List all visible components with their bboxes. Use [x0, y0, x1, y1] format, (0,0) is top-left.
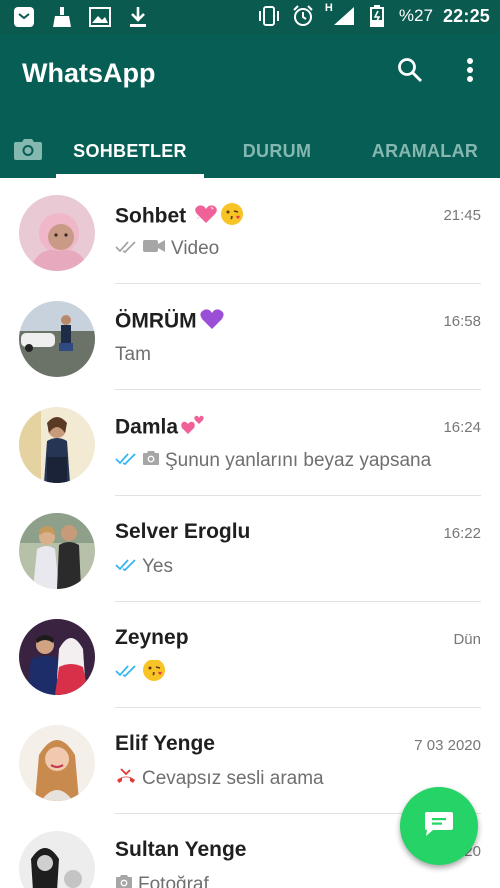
- tab-calls[interactable]: ARAMALAR: [350, 124, 500, 178]
- more-vert-icon: [466, 57, 474, 88]
- avatar[interactable]: [19, 619, 95, 695]
- chat-preview: Cevapsız sesli arama: [115, 766, 480, 792]
- notification-app-icon: [12, 5, 36, 29]
- download-icon: [126, 5, 150, 29]
- delivered-ticks-icon: [115, 238, 137, 260]
- chat-time: 16:24: [443, 419, 481, 436]
- chat-row[interactable]: Selver Eroglu 16:22 Yes: [0, 496, 500, 602]
- tab-camera[interactable]: [0, 124, 56, 178]
- chat-name: Sultan Yenge: [115, 838, 247, 861]
- status-time: 22:25: [442, 5, 490, 26]
- avatar[interactable]: [19, 831, 95, 888]
- chat-row[interactable]: Damla 16:24 Şunun yanlarını beyaz yapsan…: [0, 390, 500, 496]
- avatar[interactable]: [19, 195, 95, 271]
- search-button[interactable]: [390, 52, 430, 92]
- missed-call-icon: [115, 767, 137, 791]
- chat-time: Dün: [453, 631, 481, 648]
- read-ticks-icon: [115, 450, 137, 472]
- chat-preview: Video: [115, 236, 480, 262]
- chat-list: Sohbet 21:45 Video ÖMRÜM 16:58 Tam Damla…: [0, 178, 500, 888]
- avatar[interactable]: [19, 725, 95, 801]
- new-chat-button[interactable]: [400, 787, 478, 865]
- sparkling-heart-icon: [194, 203, 218, 231]
- chat-name: Selver Eroglu: [115, 520, 251, 543]
- battery-icon: [365, 4, 389, 28]
- purple-heart-icon: [199, 308, 225, 336]
- chat-preview: Şunun yanlarını beyaz yapsana: [115, 448, 480, 474]
- chat-name: ÖMRÜM: [115, 308, 225, 336]
- alarm-icon: [291, 4, 315, 28]
- kiss-face-icon: [220, 202, 244, 232]
- camera-icon: [115, 874, 133, 888]
- two-hearts-icon: [180, 414, 206, 442]
- avatar[interactable]: [19, 513, 95, 589]
- signal-icon: H: [325, 2, 355, 28]
- chat-row[interactable]: Zeynep Dün: [0, 602, 500, 708]
- chat-time: 21:45: [443, 207, 481, 224]
- search-icon: [397, 57, 423, 88]
- status-bar: H %27 22:25: [0, 0, 500, 34]
- battery-percent: %27: [398, 6, 433, 25]
- avatar[interactable]: [19, 407, 95, 483]
- chat-time: 16:22: [443, 525, 481, 542]
- chat-time: 7 03 2020: [414, 737, 481, 754]
- read-ticks-icon: [115, 662, 137, 684]
- chat-preview: Fotoğraf: [115, 872, 480, 888]
- chat-name: Damla: [115, 414, 206, 442]
- app-title: WhatsApp: [22, 58, 156, 88]
- new-chat-icon: [423, 810, 455, 843]
- vibrate-icon: [257, 4, 281, 28]
- camera-icon: [13, 137, 43, 166]
- kiss-face-icon: [142, 660, 166, 686]
- avatar[interactable]: [19, 301, 95, 377]
- chat-preview: Yes: [115, 554, 480, 580]
- tab-status[interactable]: DURUM: [204, 124, 350, 178]
- chat-time: 16:58: [443, 313, 481, 330]
- camera-icon: [142, 450, 160, 472]
- read-ticks-icon: [115, 556, 137, 578]
- chat-name: Sohbet: [115, 202, 244, 232]
- video-icon: [142, 238, 166, 260]
- chat-row[interactable]: Sohbet 21:45 Video: [0, 178, 500, 284]
- chat-preview: [115, 660, 480, 686]
- tab-bar: SOHBETLER DURUM ARAMALAR: [0, 124, 500, 178]
- app-bar: WhatsApp SOHBETLER DURUM ARAMALAR: [0, 34, 500, 178]
- chat-row[interactable]: ÖMRÜM 16:58 Tam: [0, 284, 500, 390]
- chat-name: Zeynep: [115, 626, 189, 649]
- chat-name: Elif Yenge: [115, 732, 215, 755]
- image-icon: [88, 5, 112, 29]
- more-options-button[interactable]: [450, 52, 490, 92]
- chat-preview: Tam: [115, 344, 151, 365]
- tab-chats[interactable]: SOHBETLER: [56, 124, 204, 178]
- broom-icon: [50, 5, 74, 29]
